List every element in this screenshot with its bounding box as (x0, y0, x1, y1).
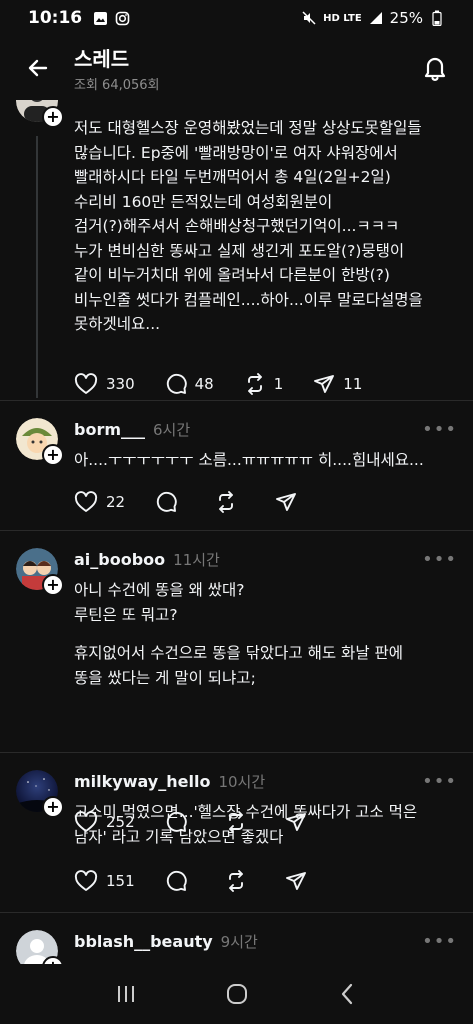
repost-count: 1 (273, 375, 284, 393)
post-time: 11시간 (173, 550, 220, 569)
mute-icon (301, 10, 317, 26)
divider (0, 530, 473, 531)
avatar[interactable]: + (16, 418, 64, 466)
post-meta: borm___ 6시간 ••• (74, 417, 457, 441)
heart-icon (74, 870, 98, 891)
follow-plus-icon[interactable]: + (42, 796, 64, 818)
follow-plus-icon[interactable]: + (42, 574, 64, 596)
like-button[interactable]: 330 (74, 373, 135, 395)
instagram-notification-icon (114, 10, 130, 26)
thread-line (36, 136, 38, 398)
heart-icon (74, 491, 98, 512)
post-meta: milkyway_hello 10시간 ••• (74, 769, 457, 793)
username[interactable]: borm___ (74, 420, 145, 439)
repost-icon (247, 373, 262, 395)
repost-button[interactable] (225, 870, 255, 892)
username[interactable]: bblash__beauty (74, 932, 213, 951)
battery-icon (429, 10, 445, 26)
post-actions: 330 48 1 11 (74, 370, 392, 398)
back-button[interactable] (18, 48, 58, 88)
app-header: 스레드 조회 64,056회 (0, 36, 473, 100)
comment-button[interactable] (165, 870, 195, 892)
bell-icon (424, 57, 446, 81)
status-time: 10:16 (28, 8, 83, 28)
comment-icon (157, 491, 177, 512)
avatar[interactable]: + (16, 548, 64, 596)
share-button[interactable] (285, 870, 315, 892)
recents-icon (117, 986, 134, 1002)
signal-icon (368, 10, 384, 26)
status-bar: 10:16 HD LTE 25% (0, 0, 473, 36)
repost-button[interactable] (215, 491, 245, 513)
battery-percent: 25% (389, 9, 423, 27)
like-count: 22 (106, 493, 126, 511)
thread-content: + 저도 대형헬스장 운영해봤었는데 정말 상상도못할일들 많습니다. Ep중에… (0, 100, 473, 964)
comment-button[interactable]: 48 (165, 373, 214, 395)
post-time: 9시간 (220, 932, 258, 951)
send-icon (276, 493, 297, 511)
comment-count: 48 (194, 375, 214, 393)
divider (0, 400, 473, 401)
share-count: 11 (343, 375, 363, 393)
share-button[interactable]: 11 (313, 373, 362, 395)
like-count: 330 (106, 375, 135, 393)
post-meta: bblash__beauty 9시간 ••• (74, 929, 457, 953)
post-text: 고소미 먹였으면...'헬스장 수건에 똥싸다가 고소 먹은 남자' 라고 기록… (74, 803, 418, 846)
like-button[interactable]: 22 (74, 491, 125, 513)
avatar[interactable]: + (16, 930, 64, 964)
more-icon[interactable]: ••• (422, 419, 457, 440)
heart-icon (74, 373, 98, 394)
home-button[interactable] (213, 974, 261, 1014)
comment-icon (166, 373, 187, 394)
repost-icon (219, 491, 234, 513)
send-icon (314, 375, 335, 393)
post-text: 아니 수건에 똥을 왜 쌌대? 루틴은 또 뭐고? 휴지없어서 수건으로 똥을 … (74, 581, 404, 687)
more-icon[interactable]: ••• (422, 549, 457, 570)
post-meta: ai_booboo 11시간 ••• (74, 547, 457, 571)
divider (0, 752, 473, 753)
send-icon (285, 872, 306, 890)
like-count: 151 (106, 872, 135, 890)
follow-plus-icon[interactable]: + (42, 106, 64, 128)
arrow-left-icon (28, 59, 48, 77)
repost-button[interactable]: 1 (244, 373, 284, 395)
username[interactable]: milkyway_hello (74, 772, 210, 791)
status-notification-icons (92, 10, 130, 26)
post-time: 10시간 (218, 772, 266, 791)
gallery-notification-icon (92, 10, 108, 26)
post-time: 6시간 (153, 420, 191, 439)
view-count: 조회 64,056회 (74, 78, 160, 93)
post-text: 저도 대형헬스장 운영해봤었는데 정말 상상도못할일들 많습니다. Ep중에 '… (74, 119, 423, 333)
username[interactable]: ai_booboo (74, 550, 165, 569)
comment-button[interactable] (155, 491, 185, 513)
post-text: 아....ㅜㅜㅜㅜㅜㅜ 소름...ㅠㅠㅠㅠㅠ 히....힘내세요... (74, 451, 424, 469)
more-icon[interactable]: ••• (422, 771, 457, 792)
system-back-button[interactable] (324, 974, 372, 1014)
chevron-left-icon (341, 983, 352, 1005)
like-button[interactable]: 151 (74, 870, 135, 892)
share-button[interactable] (275, 491, 305, 513)
notification-button[interactable] (413, 46, 457, 90)
page-title: 스레드 (74, 47, 130, 71)
follow-plus-icon[interactable]: + (42, 444, 64, 466)
repost-icon (228, 870, 243, 892)
network-label: HD LTE (323, 12, 362, 24)
system-nav-bar (0, 964, 473, 1024)
post-actions: 22 (74, 488, 335, 516)
post-actions: 151 (74, 867, 345, 895)
divider (0, 912, 473, 913)
home-icon (226, 984, 247, 1004)
avatar[interactable]: + (16, 770, 64, 818)
avatar[interactable]: + (16, 100, 64, 128)
comment-icon (166, 870, 187, 891)
more-icon[interactable]: ••• (422, 931, 457, 952)
recent-apps-button[interactable] (102, 974, 150, 1014)
